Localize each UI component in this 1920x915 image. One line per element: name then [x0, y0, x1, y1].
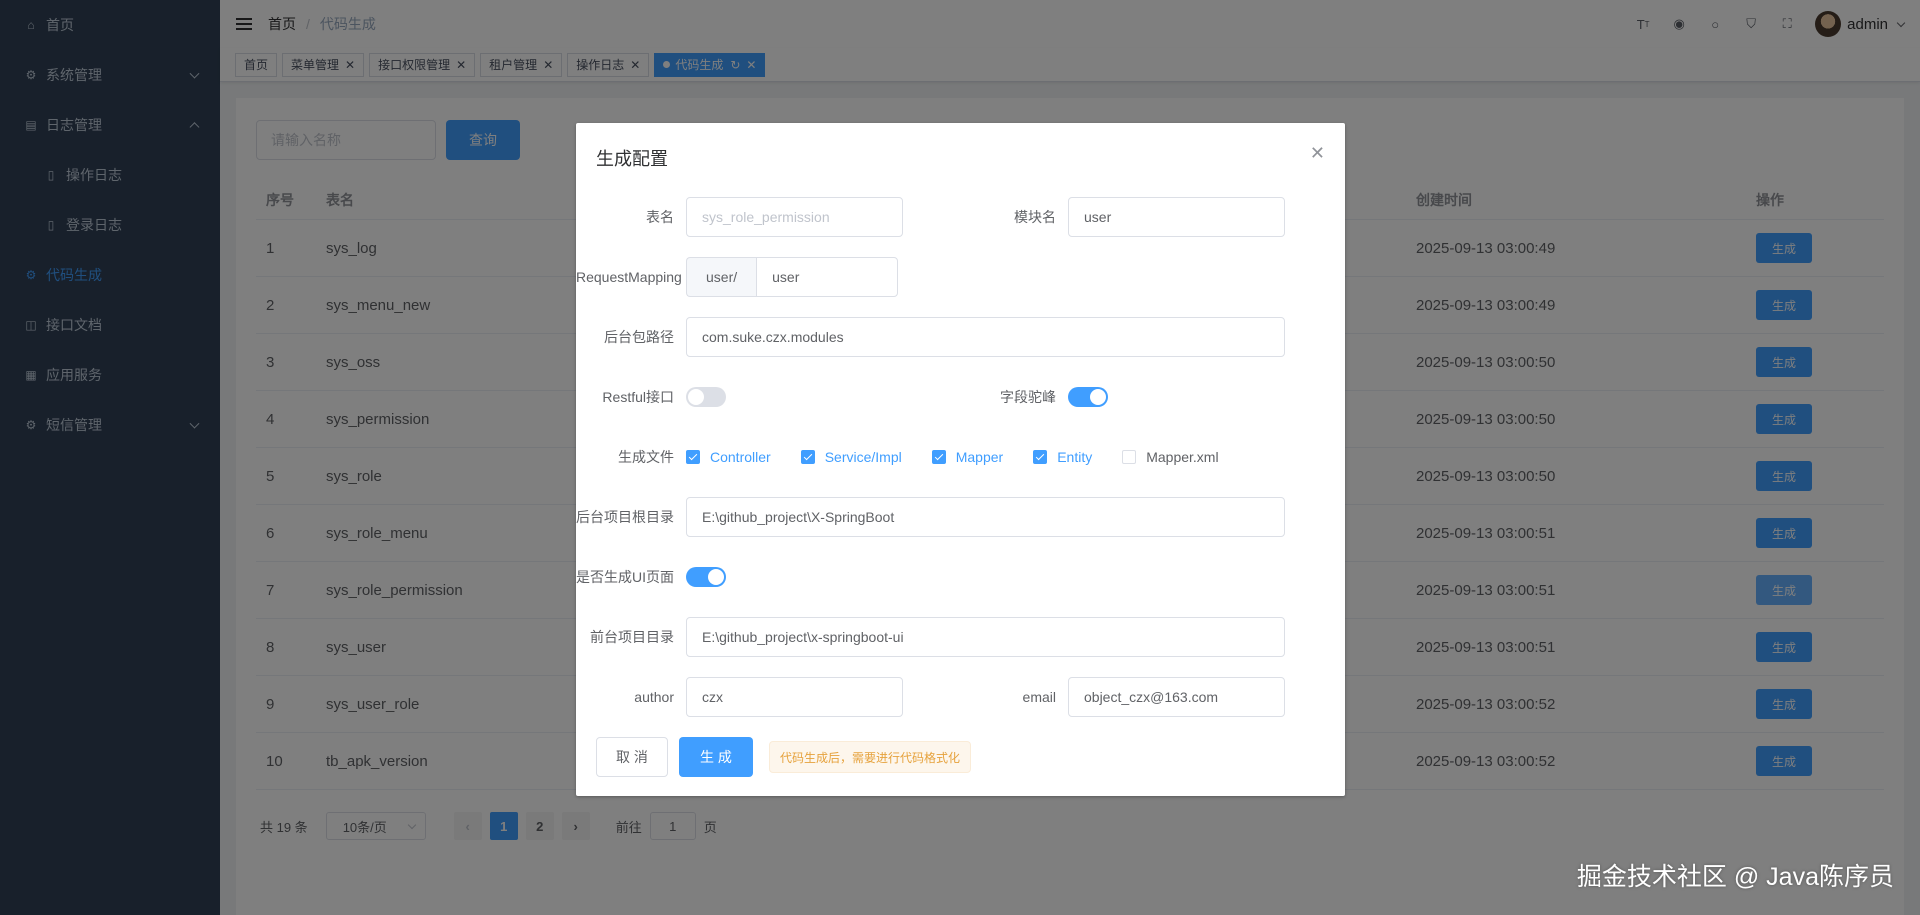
email-label: email: [1022, 689, 1056, 705]
checkbox-service[interactable]: Service/Impl: [800, 449, 902, 465]
package-label: 后台包路径: [604, 329, 674, 345]
watermark: 掘金技术社区 @ Java陈序员: [1576, 863, 1894, 891]
ui-label: 是否生成UI页面: [576, 569, 674, 585]
package-input[interactable]: [686, 317, 1285, 357]
checkbox-controller[interactable]: Controller: [686, 449, 771, 465]
close-icon[interactable]: ✕: [1310, 143, 1325, 164]
checkbox-box: [800, 450, 815, 464]
row-module: 模块名: [958, 197, 1285, 237]
checkbox-entity[interactable]: Entity: [1033, 449, 1092, 465]
row-author: author: [576, 677, 903, 717]
backend-dir-label: 后台项目根目录: [576, 509, 674, 525]
table-name-label: 表名: [646, 209, 674, 225]
backend-dir-input[interactable]: [686, 497, 1285, 537]
table-name-input[interactable]: [686, 197, 903, 237]
ui-switch[interactable]: [686, 567, 726, 587]
restful-label: Restful接口: [602, 389, 674, 405]
format-tip: 代码生成后，需要进行代码格式化: [769, 741, 972, 773]
request-mapping-prefix: user/: [686, 257, 757, 297]
dialog-title: 生成配置: [596, 149, 668, 169]
checkbox-label: Mapper.xml: [1146, 449, 1219, 465]
module-label: 模块名: [1014, 209, 1056, 225]
camel-label: 字段驼峰: [1000, 389, 1056, 405]
checkbox-label: Entity: [1057, 449, 1093, 465]
frontend-dir-input[interactable]: [686, 617, 1285, 657]
row-camel: 字段驼峰: [958, 377, 1108, 417]
files-checkbox-group: Controller Service/Impl Mapper Entity Ma…: [686, 449, 1249, 465]
checkbox-label: Controller: [710, 449, 771, 465]
checkbox-mapper-xml[interactable]: Mapper.xml: [1122, 449, 1219, 465]
request-mapping-input[interactable]: [756, 257, 899, 297]
request-mapping-label: RequestMapping: [576, 269, 682, 285]
row-table-name: 表名: [576, 197, 903, 237]
checkbox-box: [686, 450, 700, 464]
module-input[interactable]: [1068, 197, 1285, 237]
author-input[interactable]: [686, 677, 903, 717]
checkbox-label: Service/Impl: [824, 449, 902, 465]
generate-button[interactable]: 生 成: [679, 737, 753, 777]
author-label: author: [634, 689, 674, 705]
camel-switch[interactable]: [1068, 387, 1108, 407]
checkbox-box: [931, 450, 946, 464]
checkbox-box: [1033, 450, 1048, 464]
checkbox-box: [1122, 450, 1137, 464]
row-restful: Restful接口: [576, 377, 726, 417]
row-ui: 是否生成UI页面: [576, 557, 726, 597]
checkbox-label: Mapper: [955, 449, 1004, 465]
cancel-button[interactable]: 取 消: [596, 737, 668, 777]
email-input[interactable]: [1068, 677, 1285, 717]
row-package: 后台包路径: [576, 317, 1285, 357]
checkbox-mapper[interactable]: Mapper: [931, 449, 1004, 465]
generate-config-dialog: 生成配置 ✕ 表名 模块名 RequestMapping user/ 后台包路径…: [576, 123, 1345, 796]
row-files: 生成文件 Controller Service/Impl Mapper Enti…: [576, 437, 1249, 477]
restful-switch[interactable]: [686, 387, 726, 407]
row-backend-dir: 后台项目根目录: [576, 497, 1285, 537]
frontend-dir-label: 前台项目目录: [590, 629, 674, 645]
row-request-mapping: RequestMapping user/: [576, 257, 899, 297]
row-frontend-dir: 前台项目目录: [576, 617, 1285, 657]
files-label: 生成文件: [618, 449, 674, 465]
row-email: email: [958, 677, 1285, 717]
